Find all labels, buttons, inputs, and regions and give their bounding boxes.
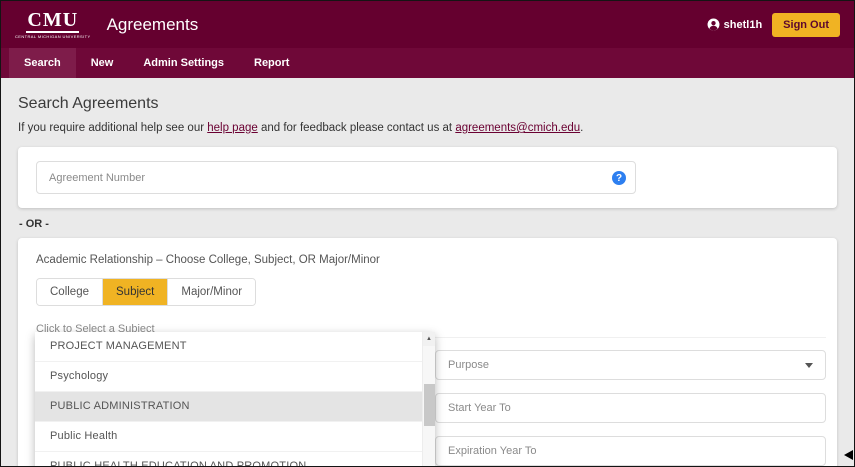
nav-item-search[interactable]: Search <box>9 48 76 78</box>
tab-major-minor[interactable]: Major/Minor <box>168 279 256 305</box>
dropdown-scrollbar[interactable]: ▲ <box>422 332 435 466</box>
page-title: Search Agreements <box>18 95 159 112</box>
subject-option[interactable]: PROJECT MANAGEMENT <box>35 332 422 362</box>
filters-divider <box>435 337 826 338</box>
tab-college[interactable]: College <box>37 279 103 305</box>
help-text: If you require additional help see our h… <box>18 122 837 134</box>
chevron-down-icon <box>805 362 813 368</box>
academic-relationship-card: Academic Relationship – Choose College, … <box>18 238 837 466</box>
scrollbar-thumb[interactable] <box>424 384 435 426</box>
agreement-number-input[interactable] <box>36 161 636 194</box>
app-title: Agreements <box>106 14 199 34</box>
page-content: Search Agreements If you require additio… <box>1 95 854 466</box>
purpose-select[interactable]: Purpose <box>435 350 826 380</box>
start-year-to-input[interactable] <box>435 393 826 423</box>
cmu-logo-subtext: CENTRAL MICHIGAN UNIVERSITY <box>15 33 91 39</box>
tab-subject[interactable]: Subject <box>103 279 169 305</box>
subject-option[interactable]: Public Health <box>35 422 422 452</box>
main-nav: Search New Admin Settings Report <box>1 48 854 78</box>
help-text-suffix: . <box>580 122 584 134</box>
agreement-number-wrap: ? <box>36 161 636 194</box>
academic-tab-group: College Subject Major/Minor <box>36 278 257 306</box>
app-window: CMU CENTRAL MICHIGAN UNIVERSITY Agreemen… <box>0 0 855 467</box>
user-icon <box>707 18 720 31</box>
subject-dropdown-panel: PROJECT MANAGEMENT Psychology PUBLIC ADM… <box>35 332 435 466</box>
mouse-cursor-artifact <box>844 450 853 460</box>
academic-relationship-label: Academic Relationship – Choose College, … <box>36 254 380 266</box>
app-header: CMU CENTRAL MICHIGAN UNIVERSITY Agreemen… <box>1 1 854 48</box>
nav-item-new[interactable]: New <box>76 48 129 78</box>
subject-option[interactable]: Psychology <box>35 362 422 392</box>
agreement-number-card: ? <box>18 147 837 208</box>
or-divider: - OR - <box>19 218 49 230</box>
user-chip: shetl1h <box>707 18 763 31</box>
expiration-year-to-input[interactable] <box>435 436 826 466</box>
question-mark-icon[interactable]: ? <box>612 171 626 185</box>
nav-item-admin-settings[interactable]: Admin Settings <box>128 48 239 78</box>
help-page-link[interactable]: help page <box>207 122 258 134</box>
subject-option-list: PROJECT MANAGEMENT Psychology PUBLIC ADM… <box>35 332 422 466</box>
sign-out-button[interactable]: Sign Out <box>772 12 840 37</box>
nav-item-report[interactable]: Report <box>239 48 304 78</box>
username: shetl1h <box>723 18 763 31</box>
cmu-logo[interactable]: CMU CENTRAL MICHIGAN UNIVERSITY <box>15 8 91 39</box>
filters-column: Purpose <box>435 337 826 466</box>
help-text-middle: and for feedback please contact us at <box>257 122 456 134</box>
subject-option-highlighted[interactable]: PUBLIC ADMINISTRATION <box>35 392 422 422</box>
cmu-logo-acronym: CMU <box>26 8 80 33</box>
header-right: shetl1h Sign Out <box>707 12 840 37</box>
purpose-select-placeholder: Purpose <box>448 359 489 371</box>
subject-option[interactable]: PUBLIC HEALTH EDUCATION AND PROMOTION <box>35 452 422 466</box>
contact-email-link[interactable]: agreements@cmich.edu <box>455 122 580 134</box>
help-text-prefix: If you require additional help see our <box>18 122 208 134</box>
scroll-up-arrow-icon[interactable]: ▲ <box>423 332 435 346</box>
